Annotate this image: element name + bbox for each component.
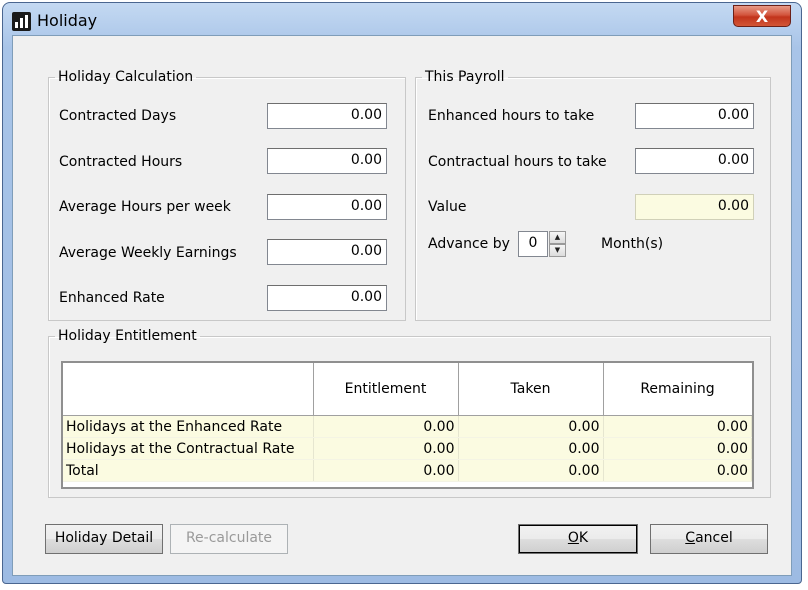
holiday-calculation-legend: Holiday Calculation [58,69,194,85]
cancel-accelerator: C [685,530,696,546]
row-label: Holidays at the Contractual Rate [63,437,314,460]
enhanced-rate-field[interactable]: 0.00 [267,285,387,311]
app-icon [12,12,31,31]
ok-label-rest: K [578,530,589,546]
grid-header-row: Entitlement Taken Remaining [63,363,752,416]
months-suffix-label: Month(s) [601,236,664,252]
remaining-cell[interactable]: 0.00 [603,459,752,482]
taken-cell[interactable]: 0.00 [458,415,604,438]
enhanced-rate-label: Enhanced Rate [59,290,165,306]
enhanced-hours-label: Enhanced hours to take [428,108,595,124]
table-row[interactable]: Holidays at the Enhanced Rate 0.00 0.00 … [63,415,752,438]
entitlement-column-header[interactable]: Entitlement [313,363,459,416]
holiday-detail-button[interactable]: Holiday Detail [45,524,163,554]
average-hours-field[interactable]: 0.00 [267,194,387,220]
window-title: Holiday [37,11,98,30]
holiday-entitlement-legend: Holiday Entitlement [58,328,197,344]
contractual-hours-label: Contractual hours to take [428,154,607,170]
cancel-button[interactable]: Cancel [650,524,768,554]
row-label: Total [63,459,314,482]
recalculate-button[interactable]: Re-calculate [170,524,288,554]
remaining-cell[interactable]: 0.00 [603,437,752,460]
average-hours-label: Average Hours per week [59,199,231,215]
ok-accelerator: O [567,530,579,546]
this-payroll-legend: This Payroll [425,69,505,85]
spin-up-icon[interactable]: ▲ [549,231,566,244]
advance-months-spinner: 0 ▲ ▼ [518,231,566,257]
entitlement-cell[interactable]: 0.00 [313,437,459,460]
close-button[interactable]: X [733,5,791,27]
entitlement-cell[interactable]: 0.00 [313,415,459,438]
contracted-days-label: Contracted Days [59,108,177,124]
grid-corner-header [63,363,314,416]
contracted-hours-field[interactable]: 0.00 [267,148,387,174]
contracted-days-field[interactable]: 0.00 [267,103,387,129]
cancel-label-rest: ancel [695,530,733,546]
contractual-hours-field[interactable]: 0.00 [635,148,754,174]
average-weekly-earnings-label: Average Weekly Earnings [59,245,237,261]
advance-months-input[interactable]: 0 [518,231,548,257]
close-icon: X [755,7,769,26]
ok-button[interactable]: OK [518,524,638,554]
value-field: 0.00 [635,194,754,220]
row-label: Holidays at the Enhanced Rate [63,415,314,438]
entitlement-cell[interactable]: 0.00 [313,459,459,482]
remaining-column-header[interactable]: Remaining [603,363,752,416]
dialog-body: Holiday Calculation Contracted Days 0.00… [12,35,792,576]
entitlement-grid[interactable]: Entitlement Taken Remaining Holidays at … [61,361,754,489]
holiday-dialog: Holiday X Holiday Calculation Contracted… [2,2,802,584]
contracted-hours-label: Contracted Hours [59,154,183,170]
table-row[interactable]: Total 0.00 0.00 0.00 [63,459,752,482]
value-label: Value [428,199,467,215]
taken-cell[interactable]: 0.00 [458,459,604,482]
remaining-cell[interactable]: 0.00 [603,415,752,438]
taken-cell[interactable]: 0.00 [458,437,604,460]
enhanced-hours-field[interactable]: 0.00 [635,103,754,129]
table-row[interactable]: Holidays at the Contractual Rate 0.00 0.… [63,437,752,460]
title-bar[interactable]: Holiday X [3,3,801,35]
average-weekly-earnings-field[interactable]: 0.00 [267,239,387,265]
spin-down-icon[interactable]: ▼ [549,244,566,257]
advance-by-label: Advance by [428,236,510,252]
taken-column-header[interactable]: Taken [458,363,604,416]
